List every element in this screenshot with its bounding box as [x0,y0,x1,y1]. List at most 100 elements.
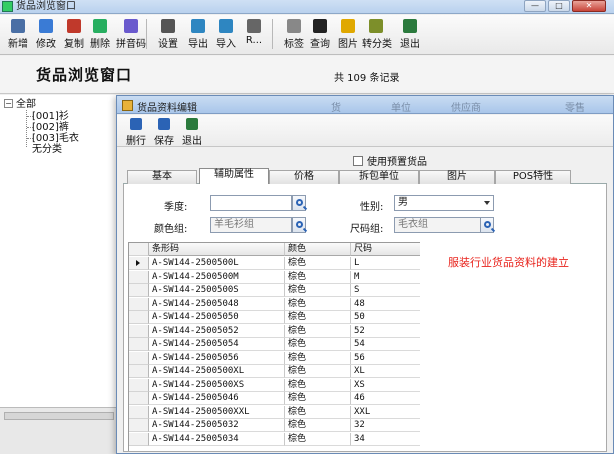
grid-cell[interactable]: 棕色 [285,405,351,419]
grid-cell[interactable]: A-SW144-25005054 [149,338,285,351]
grid-cell[interactable]: 棕色 [285,257,351,270]
grid-cell[interactable]: 棕色 [285,338,351,351]
maximize-button[interactable]: □ [548,0,570,12]
table-row[interactable]: A-SW144-2500500M 棕色 M [129,270,420,284]
grid-cell[interactable]: 棕色 [285,365,351,378]
color-group-input[interactable]: 羊毛衫组 [210,217,292,233]
table-row[interactable]: A-SW144-25005056 棕色 56 [129,351,420,365]
tree-item-root[interactable]: 全部 [16,99,36,110]
toolbar-button-new-document[interactable]: 新增 [4,17,32,51]
row-indicator[interactable] [129,392,149,405]
toolbar-button-report[interactable]: R... [240,17,268,51]
size-group-lookup-button[interactable] [480,217,494,233]
tree-expander-icon[interactable]: − [4,99,13,108]
tab-4[interactable]: 图片 [419,170,495,184]
grid-cell[interactable]: A-SW144-2500500XS [149,378,285,392]
grid-cell[interactable]: 棕色 [285,284,351,297]
toolbar-button-settings[interactable]: 设置 [154,17,182,51]
grid-cell[interactable]: 52 [351,325,420,338]
grid-cell[interactable]: 棕色 [285,297,351,311]
toolbar-button-reclassify[interactable]: 转分类 [362,17,392,51]
grid-column-header[interactable]: 尺码 [351,243,420,256]
tree-item-category[interactable]: 无分类 [32,144,62,155]
grid-cell[interactable]: 46 [351,392,420,405]
toolbar-button-picture[interactable]: 图片 [334,17,362,51]
row-indicator[interactable] [129,338,149,351]
tab-1[interactable]: 辅助属性 [199,168,269,185]
grid-cell[interactable]: A-SW144-25005048 [149,297,285,311]
grid-cell[interactable]: XL [351,365,420,378]
grid-cell[interactable]: 棕色 [285,270,351,284]
tab-0[interactable]: 基本 [127,170,197,184]
dialog-button-save[interactable]: 保存 [151,116,177,147]
toolbar-button-exit[interactable]: 退出 [396,17,424,51]
toolbar-button-export[interactable]: 导出 [184,17,212,51]
grid-cell[interactable]: A-SW144-2500500XL [149,365,285,378]
row-indicator[interactable] [129,405,149,419]
table-row[interactable]: A-SW144-25005050 棕色 50 [129,311,420,324]
use-preset-checkbox[interactable] [353,155,363,166]
grid-cell[interactable]: 54 [351,338,420,351]
grid-cell[interactable]: A-SW144-2500500S [149,284,285,297]
row-indicator[interactable] [129,324,149,338]
gender-select[interactable]: 男 [394,195,494,211]
grid-cell[interactable]: 棕色 [285,324,351,338]
table-row[interactable]: A-SW144-25005052 棕色 52 [129,324,420,338]
table-row[interactable]: A-SW144-25005046 棕色 46 [129,392,420,405]
grid-cell[interactable]: L [351,257,420,270]
grid-cell[interactable]: 48 [351,298,420,311]
table-row[interactable]: A-SW144-2500500S 棕色 S [129,284,420,297]
grid-cell[interactable]: A-SW144-2500500XXL [149,405,285,419]
toolbar-button-binoculars[interactable]: 查询 [306,17,334,51]
toolbar-button-pinyin[interactable]: 拼音码 [114,17,148,51]
tree-item-category[interactable]: [002]裤 [32,122,69,133]
grid-cell[interactable]: A-SW144-25005034 [149,432,285,446]
dialog-button-delete-row[interactable]: 删行 [123,116,149,147]
row-indicator[interactable] [129,311,149,324]
table-row[interactable]: A-SW144-25005032 棕色 32 [129,419,420,432]
tab-5[interactable]: POS特性 [495,170,571,184]
grid-cell[interactable]: 棕色 [285,432,351,446]
grid-cell[interactable]: A-SW144-2500500M [149,270,285,284]
grid-cell[interactable]: A-SW144-25005056 [149,351,285,365]
tab-2[interactable]: 价格 [269,170,339,184]
table-row[interactable]: A-SW144-2500500XXL 棕色 XXL [129,405,420,419]
grid-cell[interactable]: 56 [351,352,420,365]
toolbar-button-import[interactable]: 导入 [212,17,240,51]
grid-cell[interactable]: A-SW144-25005050 [149,311,285,324]
toolbar-button-label[interactable]: 标签 [280,17,308,51]
use-preset-option[interactable]: 使用预置货品 [353,153,427,168]
season-input[interactable] [210,195,292,211]
tab-3[interactable]: 拆包单位 [339,170,419,184]
tree-item-category[interactable]: [003]毛衣 [32,133,79,144]
toolbar-button-copy[interactable]: 复制 [60,17,88,51]
table-row[interactable]: A-SW144-25005048 棕色 48 [129,297,420,311]
grid-cell[interactable]: 棕色 [285,378,351,392]
color-group-lookup-button[interactable] [292,217,306,233]
horizontal-scrollbar[interactable] [4,412,114,420]
row-indicator[interactable] [129,378,149,392]
minimize-button[interactable]: — [524,0,546,12]
grid-cell[interactable]: S [351,284,420,297]
grid-cell[interactable]: 棕色 [285,419,351,432]
table-row[interactable]: A-SW144-25005054 棕色 54 [129,338,420,351]
table-row[interactable]: A-SW144-2500500XS 棕色 XS [129,378,420,392]
season-lookup-button[interactable] [292,195,306,211]
toolbar-button-edit[interactable]: 修改 [32,17,60,51]
grid-cell[interactable]: A-SW144-25005052 [149,324,285,338]
grid-cell[interactable]: 棕色 [285,392,351,405]
close-button[interactable]: ✕ [572,0,606,12]
grid-cell[interactable]: 棕色 [285,311,351,324]
row-indicator[interactable] [129,351,149,365]
grid-cell[interactable]: XXL [351,406,420,419]
table-row[interactable]: A-SW144-2500500L 棕色 L [129,257,420,270]
grid-cell[interactable]: A-SW144-25005046 [149,392,285,405]
grid-column-header[interactable]: 颜色 [285,243,351,256]
grid-column-header[interactable]: 条形码 [149,243,285,256]
grid-cell[interactable]: 32 [351,419,420,432]
row-indicator[interactable] [129,257,149,270]
grid-cell[interactable]: 50 [351,311,420,324]
grid-cell[interactable]: XS [351,379,420,392]
tree-item-category[interactable]: [001]衫 [32,111,69,122]
size-group-input[interactable]: 毛衣组 [394,217,482,233]
